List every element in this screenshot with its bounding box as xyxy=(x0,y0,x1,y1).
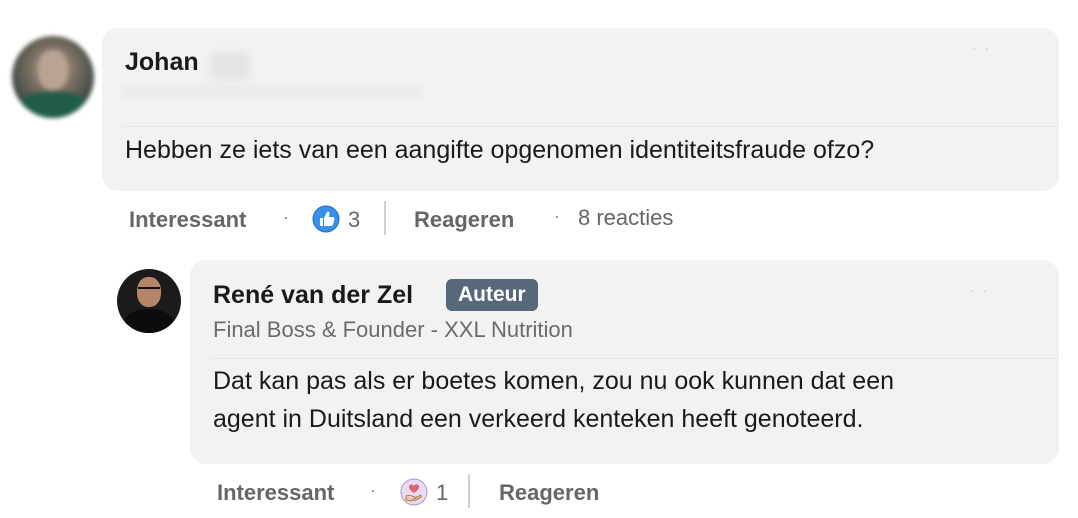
reply-text-line-2: agent in Duitsland een verkeerd kenteken… xyxy=(213,405,864,433)
reply-button[interactable]: Reageren xyxy=(414,207,514,233)
divider-vertical xyxy=(468,474,470,508)
reply-text-line-1: Dat kan pas als er boetes komen, zou nu … xyxy=(213,367,895,395)
thumbs-up-icon[interactable] xyxy=(312,205,340,233)
comment-author-name[interactable]: Johan xyxy=(125,48,199,77)
avatar-shirt xyxy=(125,309,173,333)
comment-bubble: Johan · · Hebben ze iets van een aangift… xyxy=(102,28,1059,191)
replies-count-link[interactable]: 8 reacties xyxy=(578,205,673,231)
avatar[interactable] xyxy=(117,269,181,333)
avatar-glasses xyxy=(138,287,160,294)
reply-button[interactable]: Reageren xyxy=(499,480,599,506)
divider-vertical xyxy=(384,201,386,235)
reaction-count[interactable]: 3 xyxy=(348,207,360,233)
reply-author-name[interactable]: René van der Zel xyxy=(213,281,413,310)
avatar-shoulder xyxy=(18,92,88,118)
like-button[interactable]: Interessant xyxy=(129,207,246,233)
author-headline: Final Boss & Founder - XXL Nutrition xyxy=(213,317,573,342)
comment-text: Hebben ze iets van een aangifte opgenome… xyxy=(125,136,875,164)
divider xyxy=(210,358,1059,359)
reaction-count[interactable]: 1 xyxy=(436,480,448,506)
reply-bubble: René van der Zel Auteur · · Final Boss &… xyxy=(190,260,1059,464)
author-badge: Auteur xyxy=(446,279,538,311)
heart-hand-icon[interactable] xyxy=(400,478,428,506)
more-options-icon[interactable]: · · xyxy=(972,40,991,56)
redacted-headline xyxy=(122,86,422,98)
separator-dot: · xyxy=(283,207,289,227)
avatar-face xyxy=(38,50,68,90)
divider xyxy=(122,126,1059,127)
separator-dot: · xyxy=(370,480,376,500)
avatar[interactable] xyxy=(12,36,94,118)
redacted-name xyxy=(210,52,250,80)
separator-dot: · xyxy=(554,206,560,226)
more-options-icon[interactable]: · · xyxy=(970,282,989,298)
like-button[interactable]: Interessant xyxy=(217,480,334,506)
